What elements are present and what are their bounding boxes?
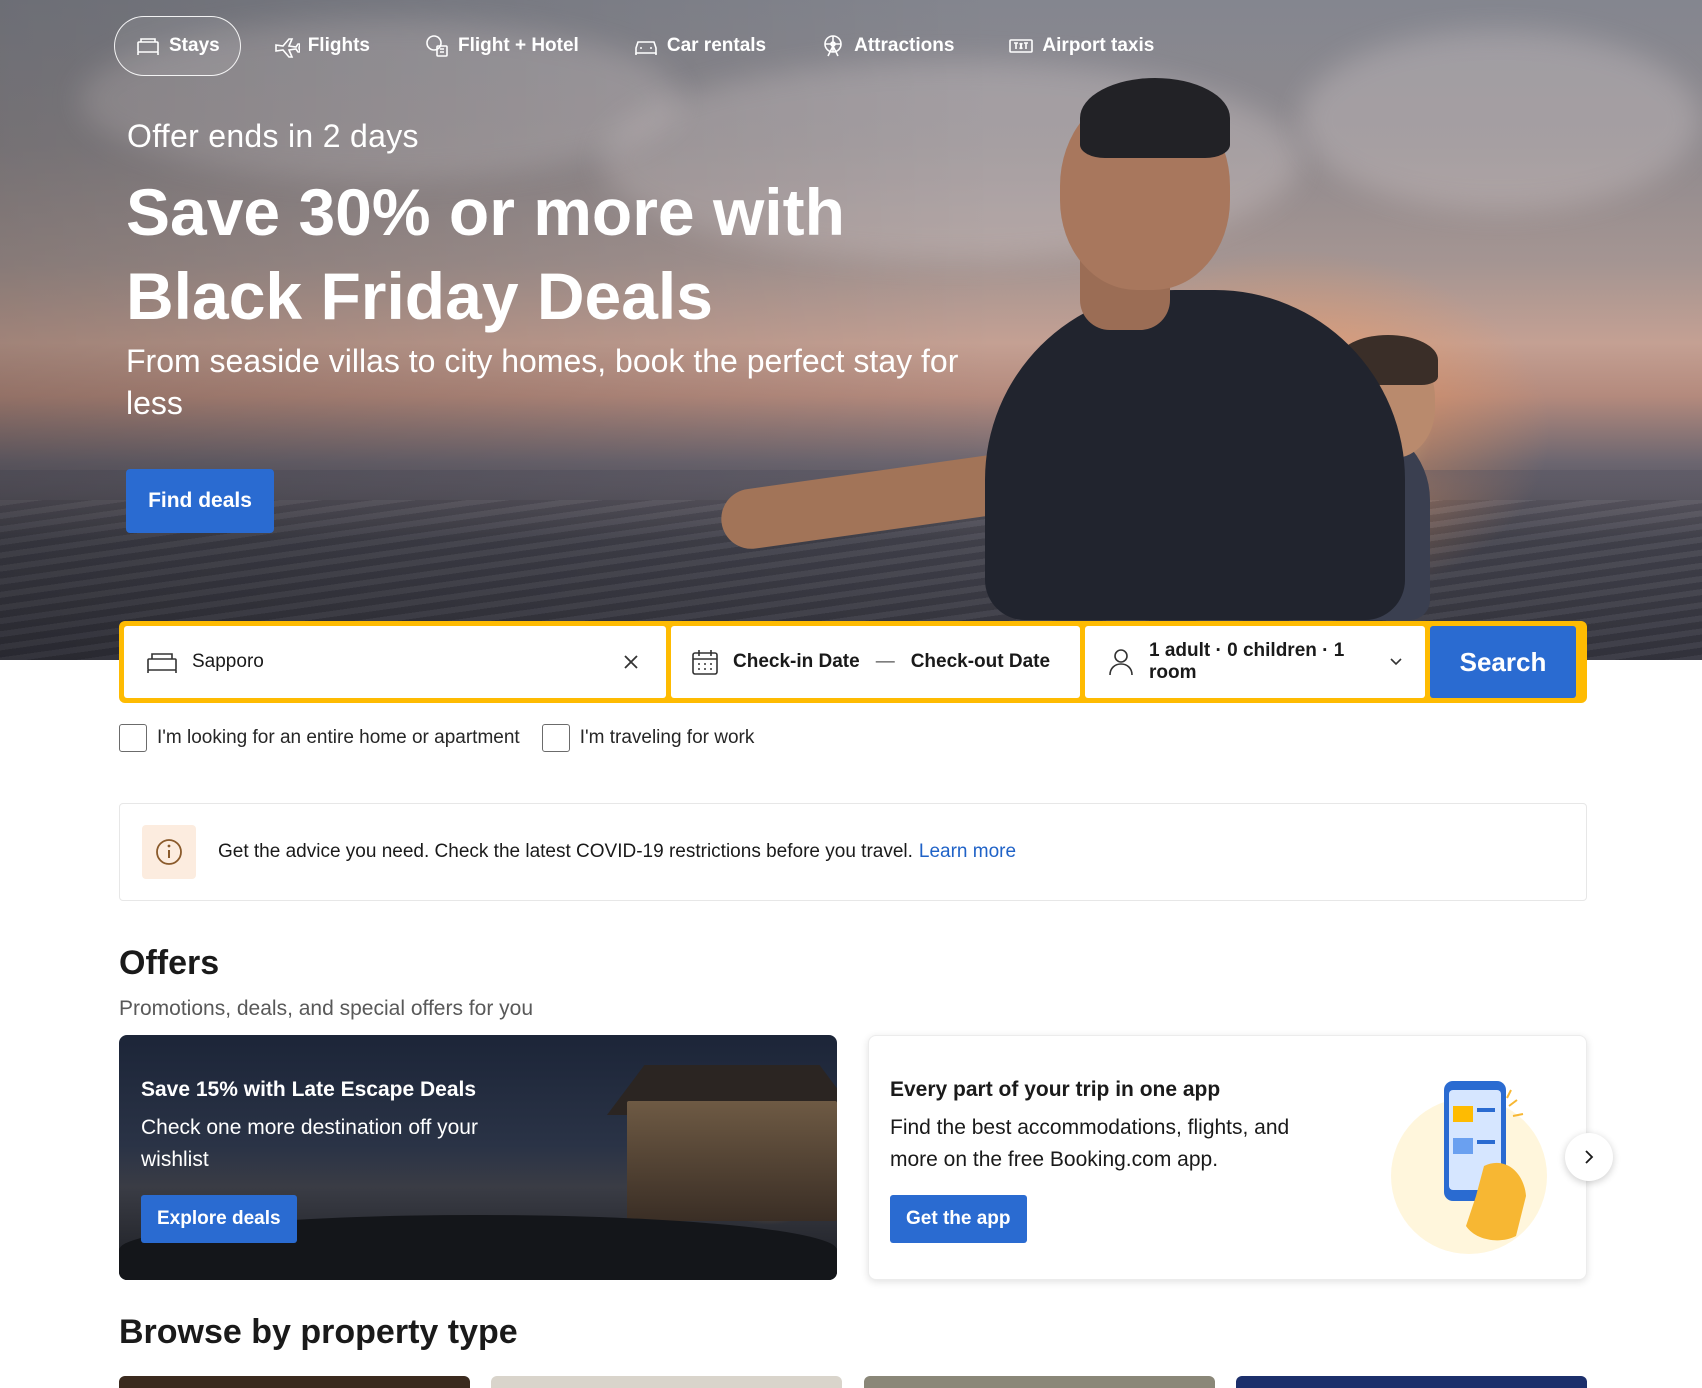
property-type-thumbnail[interactable]	[1236, 1376, 1587, 1388]
nav-airport-taxis[interactable]: Airport taxis	[987, 16, 1175, 76]
property-type-thumbnail[interactable]	[864, 1376, 1215, 1388]
chevron-right-icon	[1585, 1150, 1594, 1164]
nav-flights[interactable]: Flights	[253, 16, 391, 76]
clear-destination-button[interactable]	[618, 649, 644, 675]
bed-icon	[137, 38, 159, 55]
learn-more-link[interactable]: Learn more	[919, 841, 1016, 863]
top-nav: Stays Flights Flight + Hotel Car rentals…	[114, 16, 1187, 76]
offer-ends-text: Offer ends in 2 days	[127, 118, 419, 154]
chevron-down-icon	[1390, 658, 1402, 666]
card-body: Check one more destination off your wish…	[141, 1116, 478, 1171]
nav-car-rentals[interactable]: Car rentals	[612, 16, 787, 76]
browse-heading: Browse by property type	[119, 1313, 518, 1351]
offers-subtitle: Promotions, deals, and special offers fo…	[119, 997, 534, 1020]
late-escape-card[interactable]: Save 15% with Late Escape Deals Check on…	[119, 1035, 837, 1280]
card-title: Save 15% with Late Escape Deals	[141, 1078, 477, 1101]
get-the-app-button[interactable]: Get the app	[890, 1195, 1027, 1243]
phone-app-illustration	[1391, 1081, 1547, 1254]
taxi-icon	[1009, 39, 1034, 53]
work-travel-label: I'm traveling for work	[579, 727, 755, 748]
bed-icon	[147, 653, 177, 673]
checkin-date[interactable]: Check-in Date	[733, 651, 860, 673]
ferris-wheel-icon	[824, 35, 842, 57]
work-travel-checkbox[interactable]: I'm traveling for work	[541, 724, 755, 752]
find-deals-button[interactable]: Find deals	[126, 469, 274, 533]
app-promo-card[interactable]: Every part of your trip in one app Find …	[868, 1035, 1587, 1280]
guests-field[interactable]: 1 adult · 0 children · 1 room	[1085, 626, 1425, 698]
guests-value: 1 adult · 0 children · 1 room	[1149, 640, 1345, 683]
notice-message: Get the advice you need. Check the lates…	[218, 841, 913, 862]
checkout-date[interactable]: Check-out Date	[911, 651, 1050, 673]
covid-notice: Get the advice you need. Check the lates…	[119, 803, 1587, 901]
search-button[interactable]: Search	[1430, 626, 1576, 698]
search-filters: I'm looking for an entire home or apartm…	[119, 724, 776, 752]
checkbox-box[interactable]	[541, 724, 570, 752]
close-icon	[624, 655, 638, 669]
card-title: Every part of your trip in one app	[890, 1078, 1221, 1101]
destination-field[interactable]: Sapporo	[124, 626, 666, 698]
hero-subtitle: From seaside villas to city homes, book …	[126, 343, 959, 421]
entire-home-checkbox[interactable]: I'm looking for an entire home or apartm…	[119, 724, 520, 752]
nav-stays[interactable]: Stays	[114, 16, 241, 76]
carousel-next-button[interactable]	[1565, 1133, 1613, 1181]
offers-heading: Offers	[119, 944, 220, 982]
date-picker-field[interactable]: Check-in Date — Check-out Date	[671, 626, 1080, 698]
search-bar: Sapporo Check-in Date — Check-out Date 1…	[119, 621, 1587, 703]
plane-icon	[274, 38, 300, 58]
info-icon	[142, 825, 196, 879]
destination-value[interactable]: Sapporo	[192, 651, 618, 673]
property-type-thumbnail[interactable]	[119, 1376, 470, 1388]
nav-attractions[interactable]: Attractions	[799, 16, 975, 76]
car-icon	[635, 41, 657, 55]
flight-hotel-icon	[426, 35, 448, 57]
card-body: Find the best accommodations, flights, a…	[890, 1116, 1290, 1171]
property-type-thumbnail[interactable]	[491, 1376, 842, 1388]
nav-flight-hotel[interactable]: Flight + Hotel	[403, 16, 600, 76]
hero-title: Save 30% or more with Black Friday Deals	[126, 175, 845, 333]
explore-deals-button[interactable]: Explore deals	[141, 1195, 297, 1243]
entire-home-label: I'm looking for an entire home or apartm…	[157, 727, 520, 748]
calendar-icon	[692, 650, 718, 675]
person-icon	[1109, 649, 1133, 676]
date-separator: —	[875, 651, 895, 672]
checkbox-box[interactable]	[119, 724, 147, 752]
